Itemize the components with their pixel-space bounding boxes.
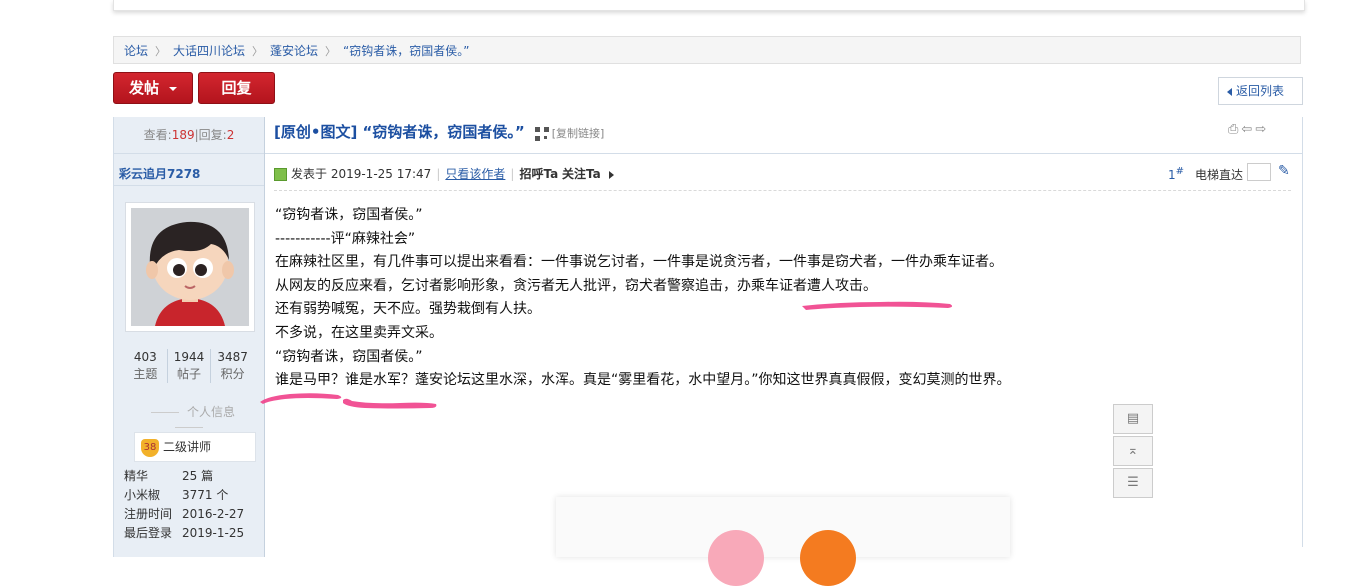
top-icon[interactable]: ⌅ <box>1113 436 1153 466</box>
list-icon[interactable]: ☰ <box>1113 468 1153 498</box>
underline-mark <box>802 301 953 310</box>
underline-mark <box>260 393 342 404</box>
underline-mark <box>343 398 437 409</box>
annotation-underlines <box>260 301 953 409</box>
share-circle-pink[interactable] <box>708 530 764 586</box>
share-circle-orange[interactable] <box>800 530 856 586</box>
share-card <box>556 497 1010 586</box>
floating-toolbar: ▤ ⌅ ☰ <box>1113 404 1155 500</box>
comment-icon[interactable]: ▤ <box>1113 404 1153 434</box>
